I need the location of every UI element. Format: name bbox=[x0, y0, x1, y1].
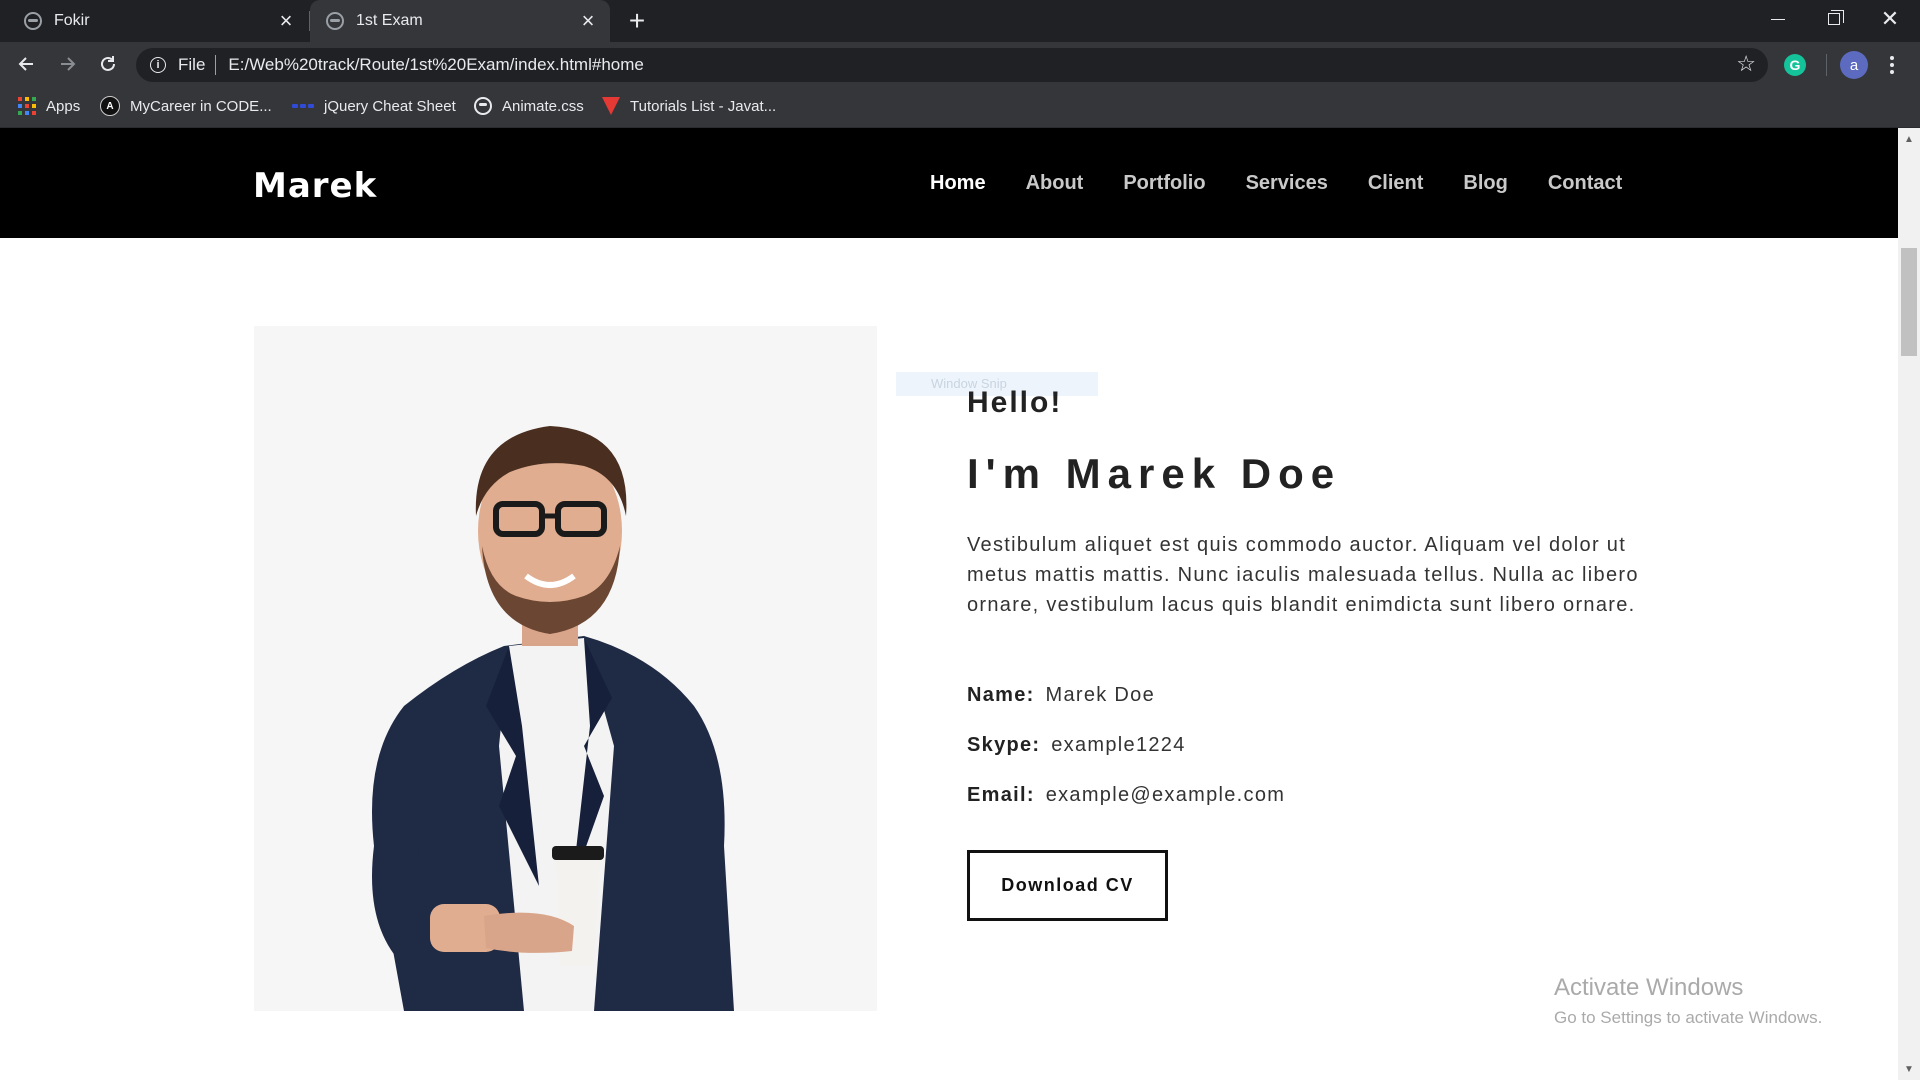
tab-title: 1st Exam bbox=[356, 12, 423, 29]
restore-icon bbox=[1828, 10, 1844, 25]
watermark-title: Activate Windows bbox=[1554, 974, 1744, 1001]
address-bar[interactable]: i File E:/Web%20track/Route/1st%20Exam/i… bbox=[136, 48, 1768, 82]
close-icon[interactable]: × bbox=[274, 9, 298, 33]
nav-contact[interactable]: Contact bbox=[1548, 172, 1622, 195]
tab-title: Fokir bbox=[54, 12, 90, 29]
globe-icon bbox=[326, 12, 344, 30]
nav-blog[interactable]: Blog bbox=[1463, 172, 1507, 195]
scheme-label: File bbox=[178, 55, 206, 74]
bookmark-apps[interactable]: Apps bbox=[18, 86, 80, 126]
bookmark-mycareer[interactable]: A MyCareer in CODE... bbox=[100, 86, 272, 126]
nav-about[interactable]: About bbox=[1026, 172, 1084, 195]
greeting: Hello! bbox=[967, 386, 1063, 419]
jquery-icon bbox=[292, 102, 314, 110]
bio-paragraph: Vestibulum aliquet est quis commodo auct… bbox=[967, 534, 1639, 616]
scroll-up-icon[interactable]: ▲ bbox=[1898, 128, 1920, 150]
new-tab-button[interactable]: + bbox=[622, 6, 652, 36]
minimize-button[interactable] bbox=[1750, 0, 1806, 38]
browser-tab[interactable]: Fokir × bbox=[0, 0, 308, 42]
url-text[interactable]: E:/Web%20track/Route/1st%20Exam/index.ht… bbox=[228, 55, 643, 75]
bookmark-label: Tutorials List - Javat... bbox=[630, 97, 777, 115]
scroll-thumb[interactable] bbox=[1901, 248, 1917, 356]
arrow-right-icon bbox=[61, 57, 76, 71]
bookmark-tutorials[interactable]: Tutorials List - Javat... bbox=[602, 86, 776, 126]
detail-name: Name: Marek Doe bbox=[967, 684, 1155, 707]
nav-client[interactable]: Client bbox=[1368, 172, 1424, 195]
forward-button[interactable] bbox=[52, 48, 84, 80]
bookmark-animate[interactable]: Animate.css bbox=[474, 86, 584, 126]
tutorials-icon bbox=[602, 97, 620, 115]
profile-avatar[interactable]: a bbox=[1840, 51, 1868, 79]
person-illustration bbox=[372, 426, 734, 1011]
globe-icon bbox=[474, 97, 492, 115]
intro-title: I'm Marek Doe bbox=[967, 450, 1342, 497]
close-icon[interactable]: × bbox=[576, 9, 600, 33]
bookmarks-bar: Apps A MyCareer in CODE... jQuery Cheat … bbox=[0, 86, 1920, 128]
back-button[interactable] bbox=[10, 48, 42, 80]
reload-button[interactable] bbox=[92, 48, 124, 80]
bookmark-label: MyCareer in CODE... bbox=[130, 97, 272, 115]
detail-label: Skype: bbox=[967, 734, 1041, 756]
browser-tab-strip: Fokir × 1st Exam × + ✕ bbox=[0, 0, 1920, 42]
menu-icon[interactable] bbox=[1884, 51, 1900, 79]
detail-value: example1224 bbox=[1051, 734, 1186, 756]
reload-icon bbox=[101, 56, 115, 71]
bookmark-label: Apps bbox=[46, 97, 81, 115]
bookmark-jquery[interactable]: jQuery Cheat Sheet bbox=[292, 86, 456, 126]
star-icon[interactable]: ☆ bbox=[1736, 51, 1756, 77]
site-header: Marek Home About Portfolio Services Clie… bbox=[0, 128, 1898, 238]
address-divider bbox=[215, 55, 217, 75]
watermark-subtitle: Go to Settings to activate Windows. bbox=[1554, 1008, 1823, 1027]
toolbar-divider bbox=[1826, 54, 1827, 76]
bookmark-label: jQuery Cheat Sheet bbox=[324, 97, 456, 115]
grammarly-extension-icon[interactable]: G bbox=[1784, 54, 1806, 76]
browser-toolbar: i File E:/Web%20track/Route/1st%20Exam/i… bbox=[0, 42, 1920, 86]
main-nav: Home About Portfolio Services Client Blo… bbox=[930, 128, 1662, 238]
detail-email: Email: example@example.com bbox=[967, 784, 1285, 807]
detail-value: example@example.com bbox=[1045, 784, 1286, 806]
web-page: Marek Home About Portfolio Services Clie… bbox=[0, 128, 1898, 1080]
info-icon[interactable]: i bbox=[150, 57, 166, 73]
restore-button[interactable] bbox=[1806, 0, 1862, 38]
page-scrollbar[interactable]: ▲ ▼ bbox=[1898, 128, 1920, 1080]
detail-skype: Skype: example1224 bbox=[967, 734, 1186, 757]
activate-windows-watermark: Activate Windows Go to Settings to activ… bbox=[1554, 974, 1822, 1028]
minimize-icon bbox=[1771, 18, 1785, 20]
profile-photo bbox=[254, 326, 877, 1011]
bookmark-label: Animate.css bbox=[502, 97, 584, 115]
mycareer-icon: A bbox=[100, 96, 120, 116]
nav-home[interactable]: Home bbox=[930, 172, 986, 195]
detail-value: Marek Doe bbox=[1045, 684, 1156, 706]
browser-tab-active[interactable]: 1st Exam × bbox=[310, 0, 610, 42]
globe-icon bbox=[24, 12, 42, 30]
scroll-down-icon[interactable]: ▼ bbox=[1898, 1058, 1920, 1080]
window-close-button[interactable]: ✕ bbox=[1862, 0, 1918, 38]
nav-services[interactable]: Services bbox=[1246, 172, 1328, 195]
site-logo[interactable]: Marek bbox=[253, 166, 377, 206]
download-cv-button[interactable]: Download CV bbox=[967, 850, 1168, 921]
apps-grid-icon bbox=[18, 97, 36, 115]
arrow-left-icon bbox=[18, 57, 33, 71]
nav-portfolio[interactable]: Portfolio bbox=[1123, 172, 1205, 195]
detail-label: Name: bbox=[967, 684, 1035, 706]
detail-label: Email: bbox=[967, 784, 1035, 806]
